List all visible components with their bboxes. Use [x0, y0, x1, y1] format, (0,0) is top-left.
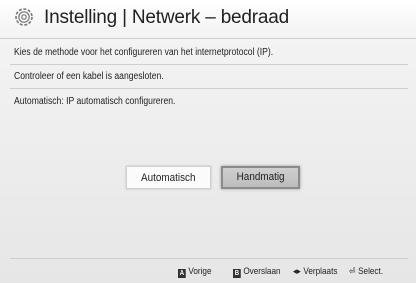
arrows-icon: ◂▸	[293, 266, 301, 276]
instruction-text: Kies de methode voor het configureren va…	[14, 47, 274, 58]
b-key-icon: B	[233, 269, 241, 278]
manual-button[interactable]: Handmatig	[221, 166, 300, 189]
automatic-button[interactable]: Automatisch	[126, 166, 211, 189]
manual-button-label: Handmatig	[236, 171, 285, 183]
automatic-button-label: Automatisch	[141, 172, 196, 184]
divider	[10, 88, 408, 89]
description-text: Automatisch: IP automatisch configureren…	[14, 96, 176, 107]
back-hint[interactable]: A Vorige	[178, 266, 211, 278]
title-bar: Instelling | Netwerk – bedraad	[0, 0, 416, 39]
skip-label: Overslaan	[243, 266, 281, 277]
page-title: Instelling | Netwerk – bedraad	[44, 7, 290, 28]
select-hint: ⏎ Select.	[349, 266, 383, 277]
back-label: Vorige	[188, 266, 212, 277]
footer-hints: A Vorige B Overslaan ◂▸ Verplaats ⏎ Select.	[10, 258, 408, 284]
gear-icon	[15, 8, 33, 26]
enter-icon: ⏎	[349, 266, 356, 276]
move-hint: ◂▸ Verplaats	[293, 266, 337, 277]
skip-hint[interactable]: B Overslaan	[233, 266, 281, 278]
divider	[10, 64, 408, 65]
a-key-icon: A	[178, 269, 186, 278]
move-label: Verplaats	[303, 266, 338, 277]
cable-check-text: Controleer of een kabel is aangesloten.	[14, 71, 164, 82]
settings-screen: Instelling | Netwerk – bedraad Kies de m…	[0, 0, 416, 283]
select-label: Select.	[358, 266, 384, 277]
